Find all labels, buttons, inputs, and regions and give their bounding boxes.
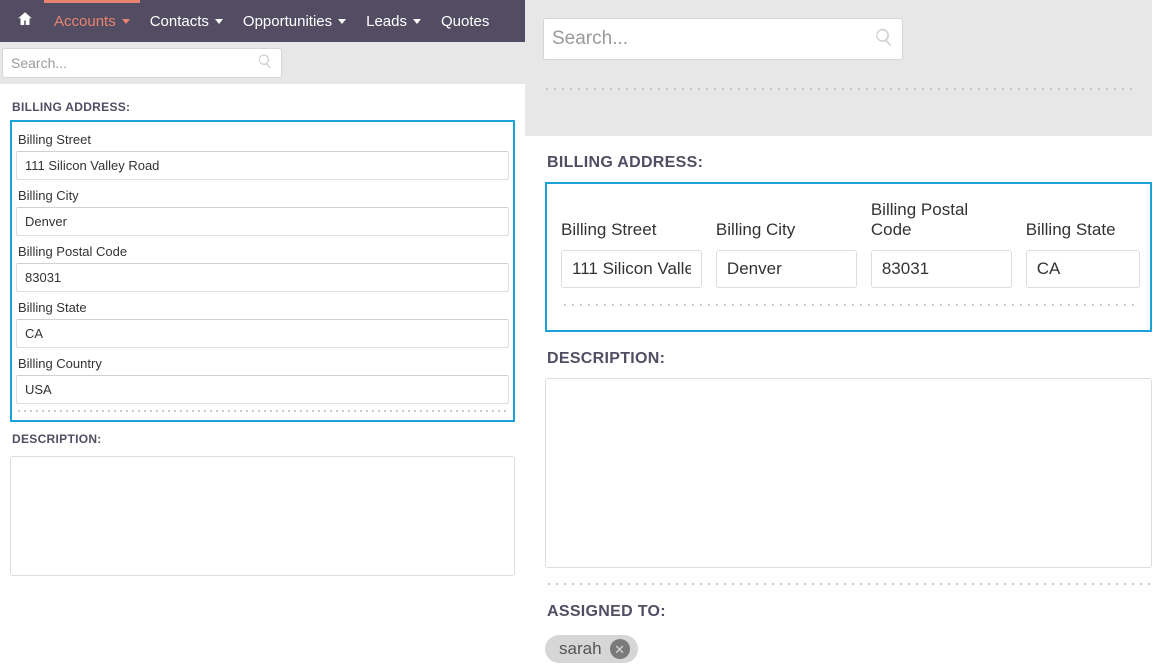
navbar: Accounts Contacts Opportunities Leads Qu… [0,0,525,42]
field-label: Billing City [716,196,857,240]
nav-leads[interactable]: Leads [356,0,431,42]
billing-postal-input[interactable] [16,263,509,292]
billing-street-input[interactable] [561,250,702,288]
field-billing-postal: Billing Postal Code [871,196,1012,288]
nav-label: Contacts [150,13,209,30]
search-bar [525,0,1152,136]
search-icon [257,53,273,74]
search-wrap [2,48,282,78]
field-label: Billing Street [561,196,702,240]
billing-row: Billing Street Billing City Billing Post… [561,196,1140,288]
section-billing-label: BILLING ADDRESS: [547,154,1152,172]
assigned-chip[interactable]: sarah ✕ [545,635,638,663]
billing-city-input[interactable] [16,207,509,236]
field-label: Billing State [16,294,509,319]
divider-dots [543,88,1134,90]
search-icon [874,27,894,52]
divider-dots [16,410,509,412]
billing-city-input[interactable] [716,250,857,288]
chevron-down-icon [215,19,223,24]
billing-highlight: Billing Street Billing City Billing Post… [545,182,1152,332]
field-billing-state: Billing State [1026,196,1140,288]
field-billing-street: Billing Street [561,196,702,288]
nav-quotes[interactable]: Quotes [431,0,499,42]
nav-label: Opportunities [243,13,332,30]
field-billing-state: Billing State [16,294,509,348]
nav-contacts[interactable]: Contacts [140,0,233,42]
nav-label: Leads [366,13,407,30]
divider-dots [545,583,1152,585]
billing-street-input[interactable] [16,151,509,180]
chevron-down-icon [413,19,421,24]
field-billing-country: Billing Country [16,350,509,404]
nav-opportunities[interactable]: Opportunities [233,0,356,42]
field-label: Billing Postal Code [871,196,1012,240]
right-pane: Accounts Contacts Opportunities Leads Qu… [525,0,1152,672]
billing-highlight: Billing Street Billing City Billing Post… [10,120,515,422]
content: BILLING ADDRESS: Billing Street Billing … [525,136,1152,672]
chevron-down-icon [122,19,130,24]
field-label: Billing City [16,182,509,207]
nav-label: Quotes [441,13,489,30]
description-textarea[interactable] [10,456,515,576]
nav-home[interactable] [6,10,44,33]
close-icon[interactable]: ✕ [610,639,630,659]
search-bar [0,42,525,84]
home-icon [16,10,34,33]
field-label: Billing Postal Code [16,238,509,263]
search-input[interactable] [552,28,874,50]
billing-state-input[interactable] [16,319,509,348]
content: BILLING ADDRESS: Billing Street Billing … [0,84,525,672]
field-label: Billing State [1026,196,1140,240]
search-wrap [543,18,903,60]
section-description-label: DESCRIPTION: [12,432,515,446]
divider-dots [561,304,1140,306]
field-billing-city: Billing City [716,196,857,288]
billing-postal-input[interactable] [871,250,1012,288]
nav-accounts[interactable]: Accounts [44,0,140,42]
nav-label: Accounts [54,13,116,30]
section-billing-label: BILLING ADDRESS: [12,100,515,114]
section-description-label: DESCRIPTION: [547,350,1152,368]
chip-label: sarah [559,639,602,659]
left-pane: Accounts Contacts Opportunities Leads Qu… [0,0,525,672]
field-billing-postal: Billing Postal Code [16,238,509,292]
field-label: Billing Country [16,350,509,375]
description-textarea[interactable] [545,378,1152,568]
field-billing-city: Billing City [16,182,509,236]
chevron-down-icon [338,19,346,24]
billing-state-input[interactable] [1026,250,1140,288]
field-billing-street: Billing Street [16,126,509,180]
field-label: Billing Street [16,126,509,151]
search-input[interactable] [11,55,257,71]
billing-country-input[interactable] [16,375,509,404]
section-assigned-label: ASSIGNED TO: [547,603,1152,621]
